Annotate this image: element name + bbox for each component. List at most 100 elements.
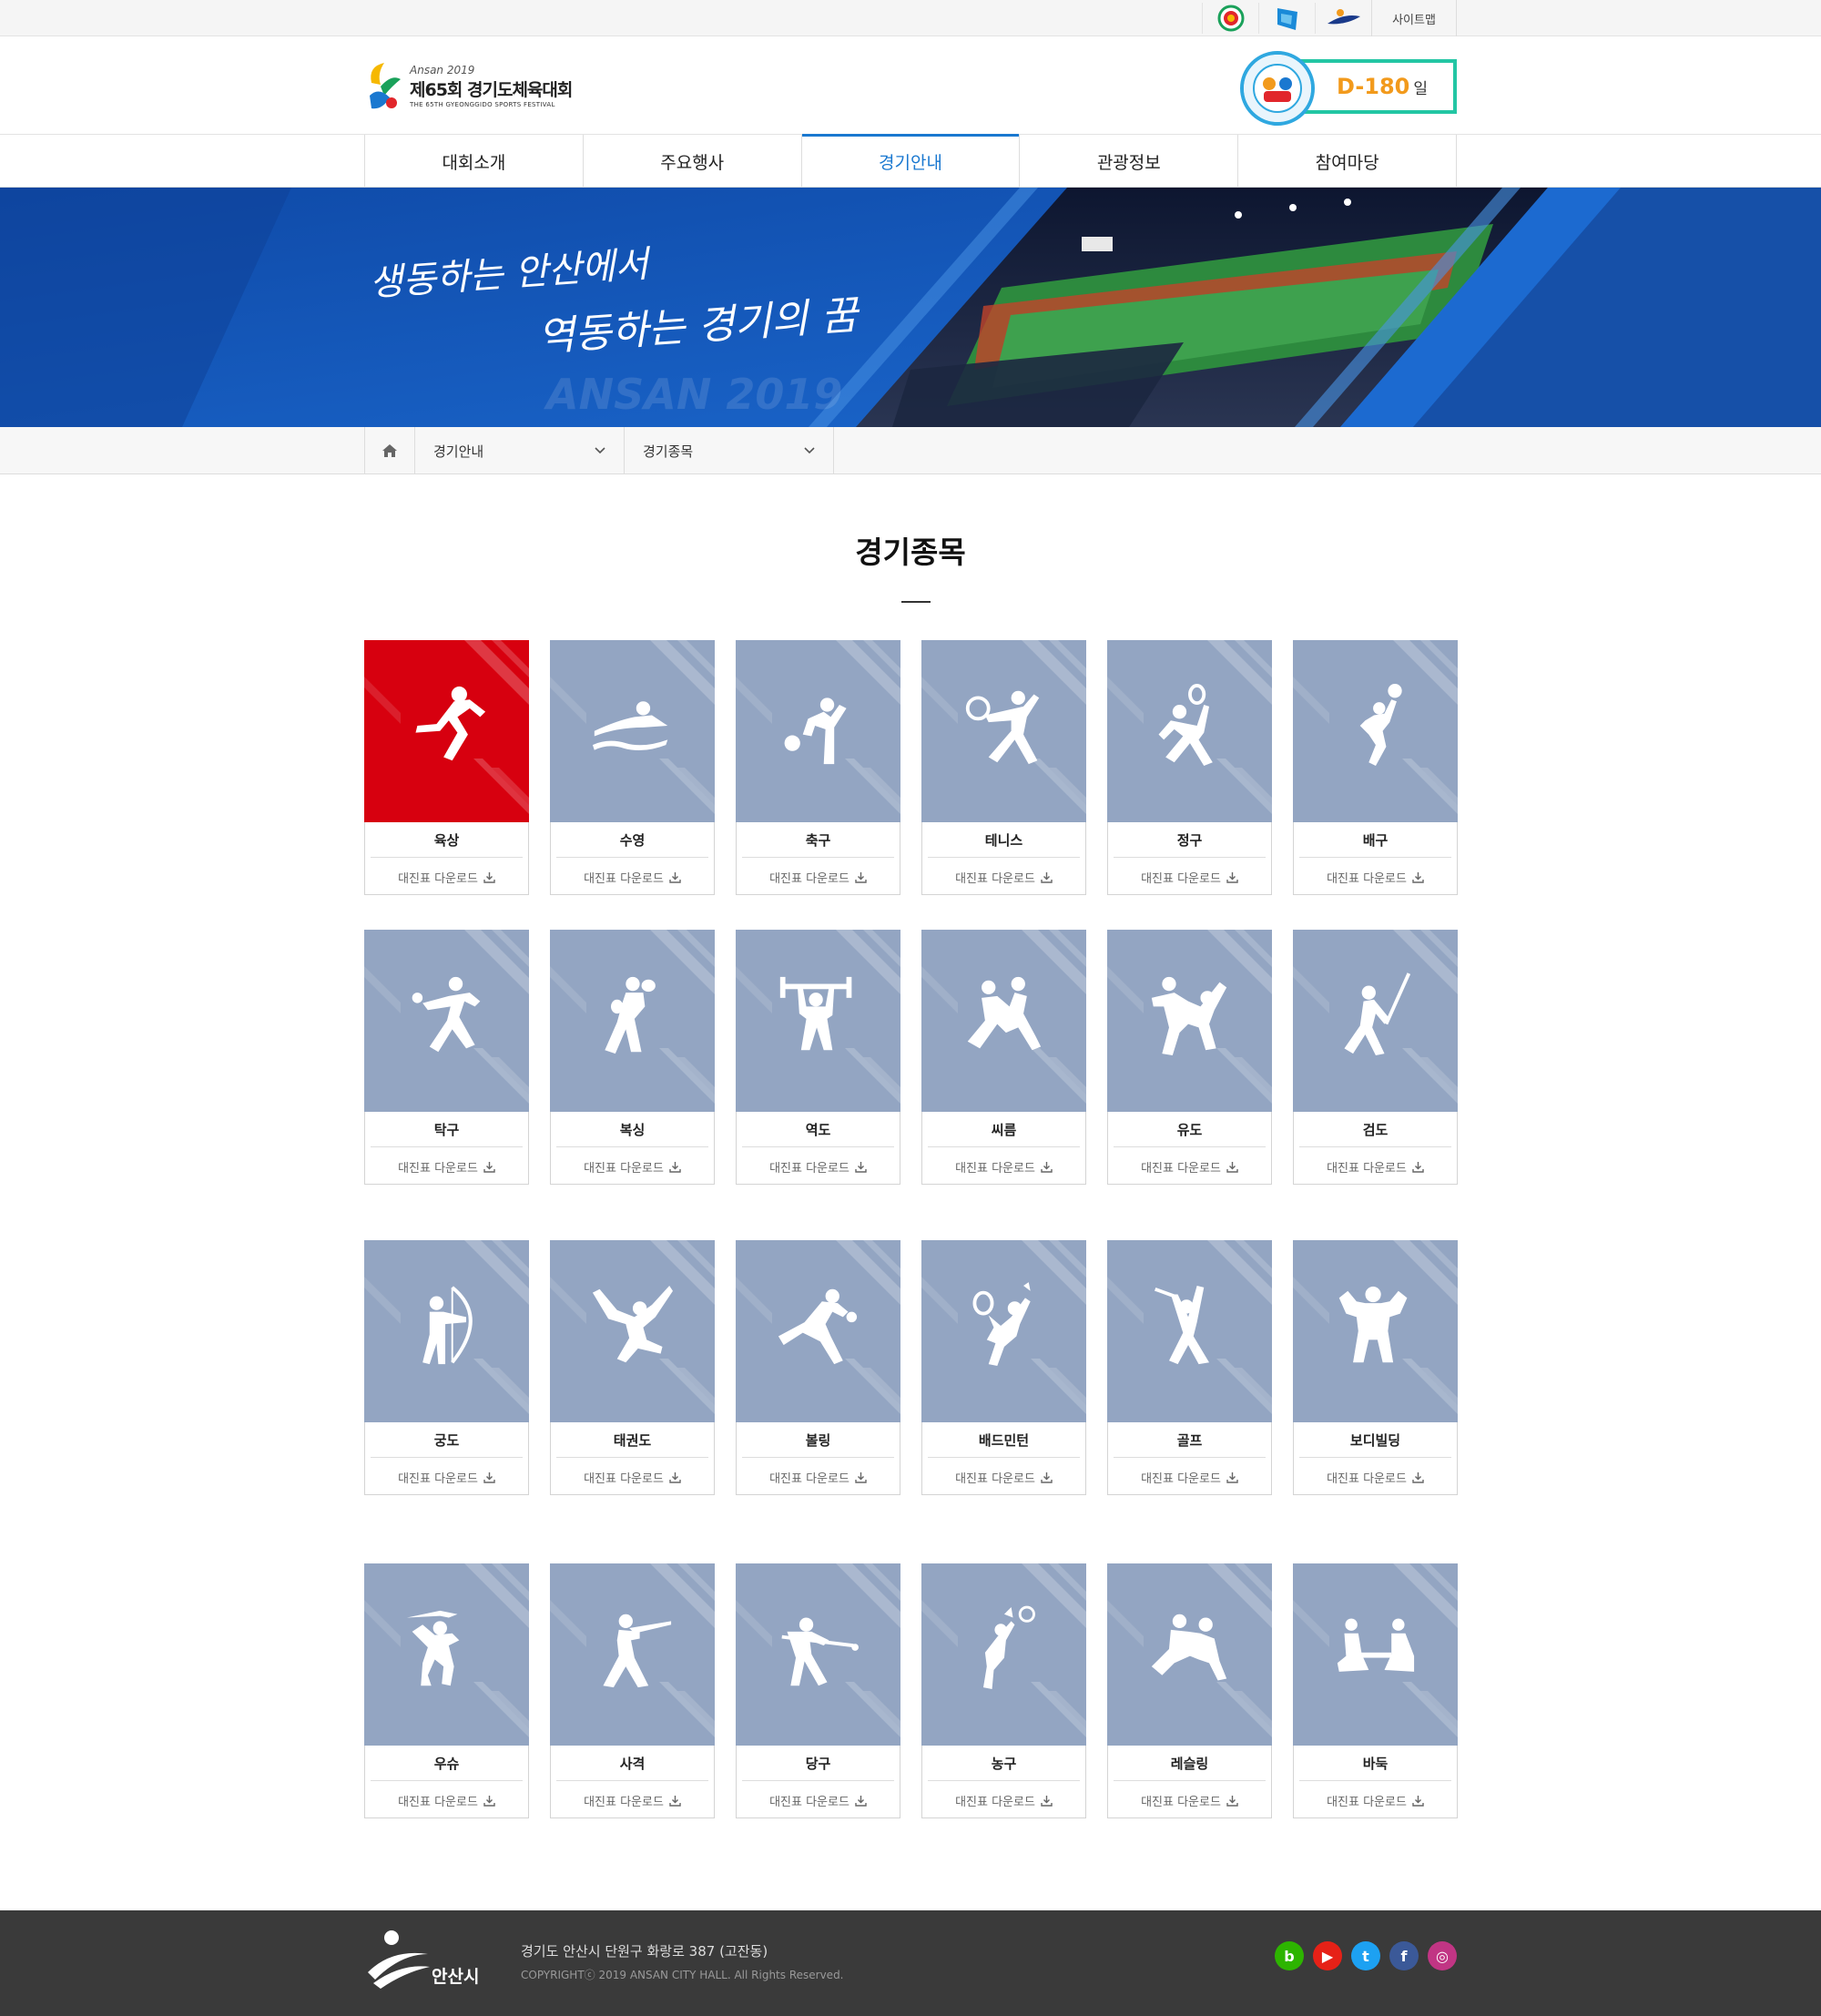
download-label: 대진표 다운로드 <box>769 871 849 886</box>
sport-card[interactable]: 우슈 대진표 다운로드 <box>364 1563 529 1818</box>
breadcrumb-dropdown-1[interactable]: 경기안내 <box>415 427 625 474</box>
sport-card-image[interactable] <box>364 930 529 1112</box>
sport-card[interactable]: 보디빌딩 대진표 다운로드 <box>1293 1240 1458 1495</box>
bracket-download-link[interactable]: 대진표 다운로드 <box>1294 1149 1457 1184</box>
sport-card[interactable]: 축구대진표 다운로드 <box>736 640 900 895</box>
bracket-download-link[interactable]: 대진표 다운로드 <box>551 1149 714 1184</box>
sport-card-image[interactable] <box>550 930 715 1112</box>
instagram-icon[interactable]: ◎ <box>1428 1941 1457 1970</box>
bracket-download-link[interactable]: 대진표 다운로드 <box>922 1783 1085 1817</box>
sport-card[interactable]: 골프 대진표 다운로드 <box>1107 1240 1272 1495</box>
bracket-download-link[interactable]: 대진표 다운로드 <box>551 1783 714 1817</box>
sport-card-image[interactable] <box>1293 930 1458 1112</box>
bracket-download-link[interactable]: 대진표 다운로드 <box>1108 860 1271 894</box>
sport-name: 축구 <box>742 823 894 858</box>
sport-card[interactable]: 정구 대진표 다운로드 <box>1107 640 1272 895</box>
sport-card[interactable]: 유도 대진표 다운로드 <box>1107 930 1272 1185</box>
sport-card-image[interactable] <box>550 640 715 822</box>
nav-item-participation[interactable]: 참여마당 <box>1237 135 1457 188</box>
bracket-download-link[interactable]: 대진표 다운로드 <box>737 1149 900 1184</box>
facebook-icon[interactable]: f <box>1389 1941 1419 1970</box>
bracket-download-link[interactable]: 대진표 다운로드 <box>737 860 900 894</box>
bracket-download-link[interactable]: 대진표 다운로드 <box>1294 1783 1457 1817</box>
blog-icon[interactable]: b <box>1275 1941 1304 1970</box>
sport-card[interactable]: 태권도 대진표 다운로드 <box>550 1240 715 1495</box>
sport-card-image[interactable] <box>736 1240 900 1422</box>
bracket-download-link[interactable]: 대진표 다운로드 <box>365 860 528 894</box>
sport-card[interactable]: 수영 대진표 다운로드 <box>550 640 715 895</box>
sport-card-image[interactable] <box>550 1563 715 1746</box>
footer-copyright: COPYRIGHTⓒ 2019 ANSAN CITY HALL. All Rig… <box>521 1969 844 1981</box>
download-icon <box>855 1161 867 1173</box>
sport-card[interactable]: 궁도 대진표 다운로드 <box>364 1240 529 1495</box>
sport-card-image[interactable] <box>1107 1240 1272 1422</box>
home-button[interactable] <box>364 427 415 474</box>
breadcrumb-dropdown-2[interactable]: 경기종목 <box>625 427 834 474</box>
sport-card[interactable]: 농구 대진표 다운로드 <box>921 1563 1086 1818</box>
bracket-download-link[interactable]: 대진표 다운로드 <box>1294 1460 1457 1494</box>
sport-card-image[interactable] <box>1293 1240 1458 1422</box>
bracket-download-link[interactable]: 대진표 다운로드 <box>1294 860 1457 894</box>
sport-card-image[interactable] <box>921 1240 1086 1422</box>
sport-card-image[interactable] <box>1293 640 1458 822</box>
youtube-icon[interactable]: ▶ <box>1313 1941 1342 1970</box>
sport-card[interactable]: 당구 대진표 다운로드 <box>736 1563 900 1818</box>
sport-card[interactable]: 씨름 대진표 다운로드 <box>921 930 1086 1185</box>
sport-card[interactable]: 사격 대진표 다운로드 <box>550 1563 715 1818</box>
bracket-download-link[interactable]: 대진표 다운로드 <box>365 1783 528 1817</box>
bracket-download-link[interactable]: 대진표 다운로드 <box>922 1149 1085 1184</box>
sport-card[interactable]: 육상 대진표 다운로드 <box>364 640 529 895</box>
twitter-icon[interactable]: t <box>1351 1941 1380 1970</box>
nav-item-about[interactable]: 대회소개 <box>364 135 583 188</box>
sport-card-image[interactable] <box>364 640 529 822</box>
breadcrumb-dropdown-2-label: 경기종목 <box>643 443 694 460</box>
nav-item-events[interactable]: 주요행사 <box>582 135 801 188</box>
sport-card[interactable]: 검도 대진표 다운로드 <box>1293 930 1458 1185</box>
sport-card[interactable]: 배드민턴 대진표 다운로드 <box>921 1240 1086 1495</box>
sport-card-image[interactable] <box>1107 640 1272 822</box>
sport-card-image[interactable] <box>921 930 1086 1112</box>
sport-card-image[interactable] <box>736 930 900 1112</box>
bracket-download-link[interactable]: 대진표 다운로드 <box>737 1460 900 1494</box>
emblem-icon[interactable] <box>1202 3 1258 34</box>
nav-item-tourism[interactable]: 관광정보 <box>1019 135 1237 188</box>
sport-card-image[interactable] <box>364 1563 529 1746</box>
bracket-download-link[interactable]: 대진표 다운로드 <box>1108 1149 1271 1184</box>
sport-card-image[interactable] <box>921 640 1086 822</box>
flag-icon[interactable] <box>1258 3 1315 34</box>
sport-card[interactable]: 테니스 대진표 다운로드 <box>921 640 1086 895</box>
sport-card-image[interactable] <box>364 1240 529 1422</box>
sport-card[interactable]: 바둑 대진표 다운로드 <box>1293 1563 1458 1818</box>
sport-card-image[interactable] <box>921 1563 1086 1746</box>
bracket-download-link[interactable]: 대진표 다운로드 <box>365 1149 528 1184</box>
shooting-icon <box>603 1614 672 1688</box>
sitemap-link[interactable]: 사이트맵 <box>1371 0 1457 36</box>
sport-card[interactable]: 복싱 대진표 다운로드 <box>550 930 715 1185</box>
download-icon <box>483 1471 495 1483</box>
bracket-download-link[interactable]: 대진표 다운로드 <box>1108 1460 1271 1494</box>
sport-card[interactable]: 탁구 대진표 다운로드 <box>364 930 529 1185</box>
sport-card[interactable]: 레슬링 대진표 다운로드 <box>1107 1563 1272 1818</box>
site-logo[interactable]: Ansan 2019 제65회 경기도체육대회 THE 65TH GYEONGG… <box>364 55 601 117</box>
bracket-download-link[interactable]: 대진표 다운로드 <box>365 1460 528 1494</box>
sport-card[interactable]: 역도 대진표 다운로드 <box>736 930 900 1185</box>
bracket-download-link[interactable]: 대진표 다운로드 <box>737 1783 900 1817</box>
sport-card-image[interactable] <box>550 1240 715 1422</box>
bracket-download-link[interactable]: 대진표 다운로드 <box>1108 1783 1271 1817</box>
sport-card-image[interactable] <box>1107 1563 1272 1746</box>
bracket-download-link[interactable]: 대진표 다운로드 <box>922 1460 1085 1494</box>
bracket-download-link[interactable]: 대진표 다운로드 <box>551 1460 714 1494</box>
download-icon <box>1226 1161 1238 1173</box>
chevron-down-icon <box>804 447 815 454</box>
sport-card-image[interactable] <box>736 640 900 822</box>
mascot-icon[interactable] <box>1315 3 1371 34</box>
download-label: 대진표 다운로드 <box>398 1795 478 1809</box>
sport-card-image[interactable] <box>1293 1563 1458 1746</box>
sport-card[interactable]: 배구 대진표 다운로드 <box>1293 640 1458 895</box>
sport-card-image[interactable] <box>1107 930 1272 1112</box>
bracket-download-link[interactable]: 대진표 다운로드 <box>551 860 714 894</box>
sport-card-image[interactable] <box>736 1563 900 1746</box>
bracket-download-link[interactable]: 대진표 다운로드 <box>922 860 1085 894</box>
nav-item-games[interactable]: 경기안내 <box>800 134 1020 188</box>
sport-card[interactable]: 볼링 대진표 다운로드 <box>736 1240 900 1495</box>
